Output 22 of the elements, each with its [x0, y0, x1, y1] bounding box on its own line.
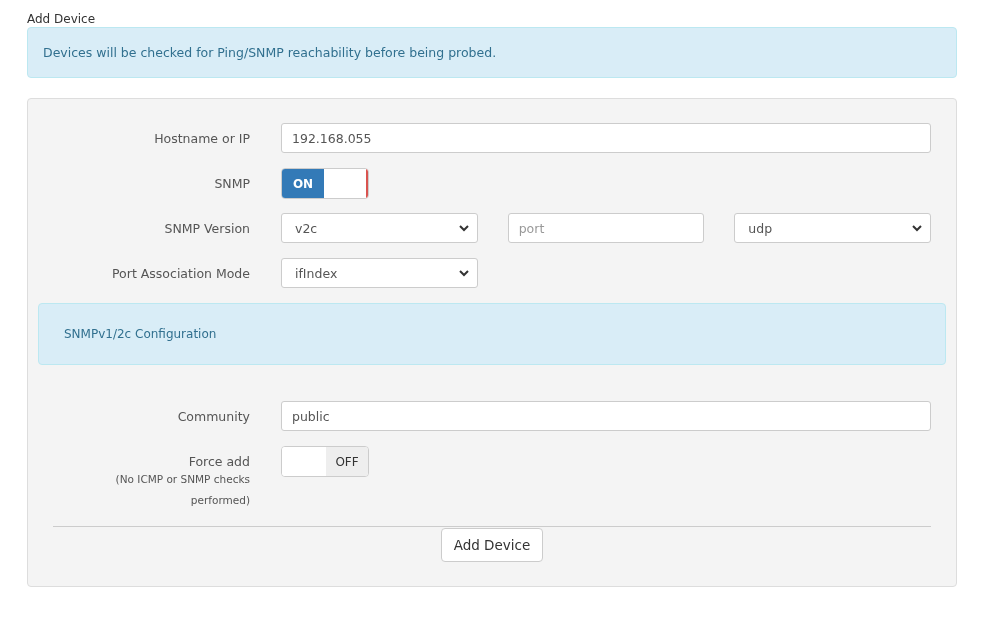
community-input[interactable]: public — [281, 401, 931, 431]
chevron-down-icon — [458, 224, 469, 232]
chevron-down-icon — [459, 269, 469, 277]
info-alert: Devices will be checked for Ping/SNMP reachability before being probed. — [27, 27, 957, 78]
page-title: Add Device — [27, 12, 97, 26]
select-field[interactable]: v2c — [281, 213, 478, 243]
chevron-down-icon — [912, 224, 922, 232]
hostname-input[interactable]: 192.168.055 — [281, 123, 931, 153]
field-label: Force add — [188, 453, 250, 469]
field-label: Community — [176, 408, 250, 424]
port-input[interactable]: port — [507, 213, 705, 243]
field-label: SNMP — [213, 175, 250, 191]
add-device-button[interactable]: Add Device — [440, 528, 544, 562]
toggle-switch[interactable]: ON — [281, 168, 369, 199]
section-header: SNMPv1/2c Configuration — [38, 303, 946, 365]
field-label: Port Association Mode — [111, 265, 250, 281]
field-label: Hostname or IP — [153, 130, 250, 146]
field-label: SNMP Version — [163, 220, 250, 236]
toggle-switch[interactable]: OFF — [281, 446, 369, 477]
select-field[interactable]: ifIndex — [281, 258, 478, 288]
field-note: (No ICMP or SNMP checks performed) — [114, 472, 250, 508]
select-field[interactable]: udp — [734, 213, 931, 243]
